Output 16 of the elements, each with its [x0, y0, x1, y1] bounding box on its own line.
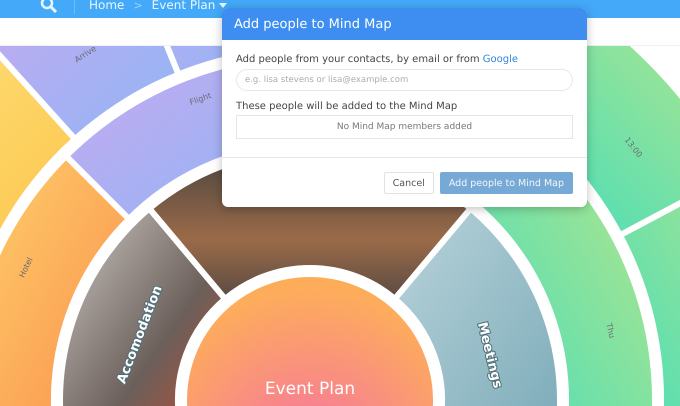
node-label: Thu	[604, 322, 616, 339]
google-link[interactable]: Google	[482, 54, 518, 65]
empty-message: No Mind Map members added	[336, 122, 472, 132]
search-icon[interactable]	[40, 0, 58, 13]
search-field[interactable]: e.g. lisa stevens or lisa@example.com	[236, 69, 573, 91]
breadcrumb-link[interactable]: Event Plan	[152, 0, 216, 12]
center-label: Event Plan	[264, 379, 356, 399]
breadcrumb-separator: >	[133, 0, 143, 12]
breadcrumb-link[interactable]: Home	[89, 0, 124, 12]
dialog-title: Add people to Mind Map	[234, 16, 392, 32]
caret-icon[interactable]	[219, 2, 228, 8]
node-label: Hotel	[17, 256, 35, 280]
members-label: These people will be added to the Mind Map	[236, 101, 458, 112]
prompt-text: Add people from your contacts, by email or from Google	[236, 54, 520, 65]
node-label: Flight	[188, 90, 212, 108]
cancel-button[interactable]: Cancel	[384, 172, 434, 194]
